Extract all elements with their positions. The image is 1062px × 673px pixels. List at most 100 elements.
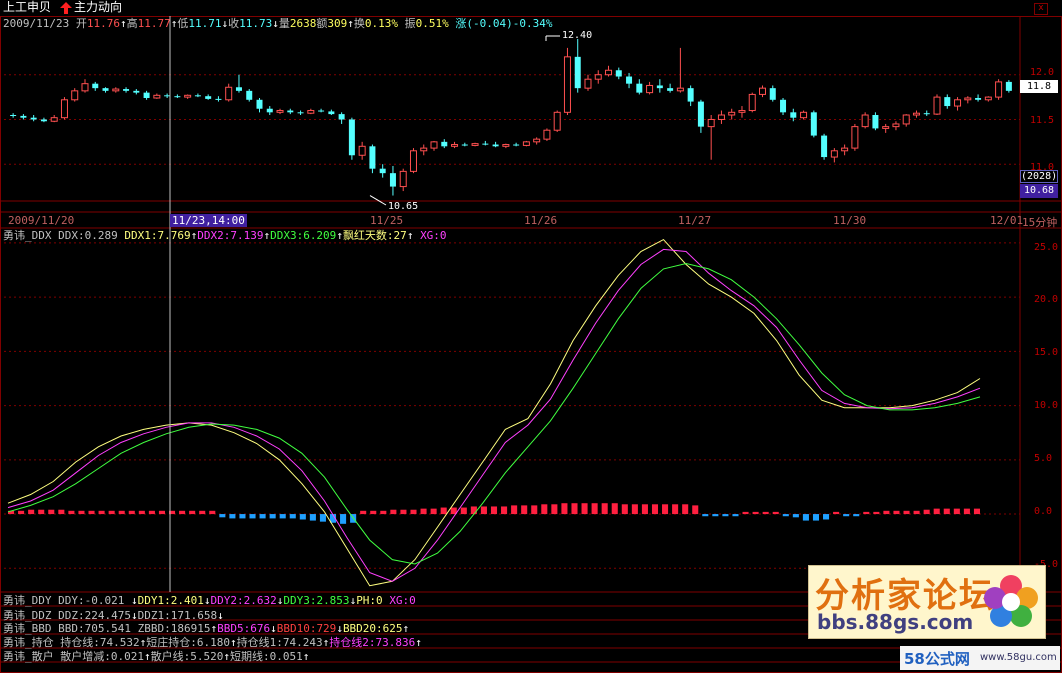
candle-body (328, 111, 335, 115)
ddx-bar (179, 510, 186, 515)
candle-body (482, 143, 489, 145)
close-button[interactable]: x (1034, 3, 1048, 15)
bbd10-value: BBD10:729 (276, 622, 337, 635)
period-label[interactable]: 15分钟 (1022, 214, 1057, 230)
ddx-bar (631, 504, 638, 515)
ddx-bar (702, 514, 709, 517)
candle-body (810, 112, 817, 136)
candle-body (112, 88, 120, 92)
ddx-bar (833, 511, 840, 515)
candle-body (861, 114, 869, 128)
candle-body (995, 81, 1003, 98)
price-tick-11-5: 11.5 (1030, 115, 1055, 126)
series-line-ddx3 (7, 262, 981, 565)
bbd-value: BBD:705.541 (58, 622, 131, 635)
candle-body (164, 95, 171, 97)
ddx-bar (88, 510, 95, 515)
candle-body (728, 111, 736, 116)
ddy-name[interactable]: 勇讳_DDY (3, 594, 52, 607)
ddx-bar (138, 510, 145, 515)
candle-body (471, 143, 479, 146)
ph-value: PH:0 (356, 594, 383, 607)
candle-body (143, 92, 150, 98)
candle-body (851, 126, 859, 149)
bbd5-value: BBD5:676 (217, 622, 271, 635)
candle-body (882, 126, 890, 129)
ddy2-value: DDY2:2.632 (210, 594, 277, 607)
date-label: 11/27 (678, 214, 712, 227)
retail-name[interactable]: 勇讳_散户 (3, 650, 54, 663)
candle-body (235, 87, 242, 91)
quote-chg: (-0.04)-0.34% (466, 17, 553, 30)
ddx-bar (18, 510, 25, 515)
candle-body (923, 113, 930, 115)
quote-open-label: 开 (75, 17, 87, 30)
quote-chg-label: 涨 (455, 17, 467, 30)
ddx-bar (551, 504, 558, 515)
down-arrow-icon: ↓ (272, 17, 279, 30)
ddx-bar (28, 509, 35, 515)
ddx-bar (128, 510, 135, 515)
candle-body (717, 114, 725, 120)
candle-body (389, 173, 396, 187)
candle-body (902, 114, 910, 125)
ddx-bar (823, 514, 830, 520)
hold-name[interactable]: 勇讳_持仓 (3, 636, 54, 649)
candle-body (10, 115, 17, 116)
candle-body (656, 85, 663, 89)
candle-body (81, 83, 89, 92)
ddz-name[interactable]: 勇讳_DDZ (3, 609, 52, 622)
ddx-header: 勇讳_DDX DDX:0.289 DDX1:7.769↑DDX2:7.139↑D… (3, 229, 447, 242)
ddx-bar (148, 510, 155, 515)
candle-body (759, 87, 766, 95)
up-arrow-icon: ↑ (415, 636, 422, 649)
flower-logo-icon (984, 575, 1038, 627)
ddx-bar (903, 510, 910, 515)
quote-turn-label: 换 (353, 17, 365, 30)
ddy1-value: DDY1:2.401 (137, 594, 204, 607)
bbd20-value: BBD20:625 (342, 622, 403, 635)
ddx-bar (752, 511, 759, 515)
ddy-xg-value: XG:0 (389, 594, 416, 607)
down-arrow-icon: ↓ (130, 609, 138, 622)
ddx-bar (229, 514, 236, 519)
low-readout: 10.68 (1020, 184, 1058, 198)
ddy-row: 勇讳_DDY DDY:-0.021 ↓DDY1:2.401↓DDY2:2.632… (3, 594, 416, 607)
stock-name[interactable]: 上工申贝 (3, 1, 51, 14)
ddx-bar (38, 509, 45, 515)
site-logo: 58公式网 (904, 650, 970, 668)
candle-body (954, 99, 962, 107)
candle-body (738, 110, 746, 113)
quote-close: 11.73 (239, 17, 273, 30)
quote-amp-label: 振 (404, 17, 416, 30)
ddx-bar (319, 514, 326, 522)
candle-body (563, 56, 571, 113)
candle-body (841, 147, 849, 152)
bbd-name[interactable]: 勇讳_BBD (3, 622, 52, 635)
down-arrow-icon: ↓ (336, 622, 343, 635)
candle-body (348, 119, 355, 156)
ddx-bar (480, 506, 487, 515)
ddx-bar (682, 504, 689, 515)
candle-body (71, 90, 79, 101)
ddx-bar (611, 503, 618, 515)
ddx-bar (591, 503, 598, 515)
ddx-bar (672, 504, 679, 515)
ddx-name[interactable]: 勇讳_DDX (3, 229, 52, 242)
candle-body (358, 145, 366, 156)
ddx-bar (762, 511, 769, 515)
series-line-ddx1 (7, 238, 981, 587)
short-line-value: 短期线:0.051 (230, 650, 303, 663)
candle-body (707, 118, 715, 128)
candle-body (287, 110, 294, 113)
ddx-bar (692, 505, 699, 515)
retail-change-value: 散户增减:0.021 (60, 650, 144, 663)
candle-body (1005, 81, 1012, 91)
title-bar: 上工申贝 主力动向 x (0, 0, 1062, 16)
candle-body (297, 112, 304, 114)
function-name[interactable]: 主力动向 (74, 1, 122, 14)
quote-turn: 0.13% (364, 17, 398, 30)
up-arrow-icon: ↑ (223, 650, 230, 663)
candle-body (102, 88, 109, 91)
ddx-bar (299, 514, 306, 520)
